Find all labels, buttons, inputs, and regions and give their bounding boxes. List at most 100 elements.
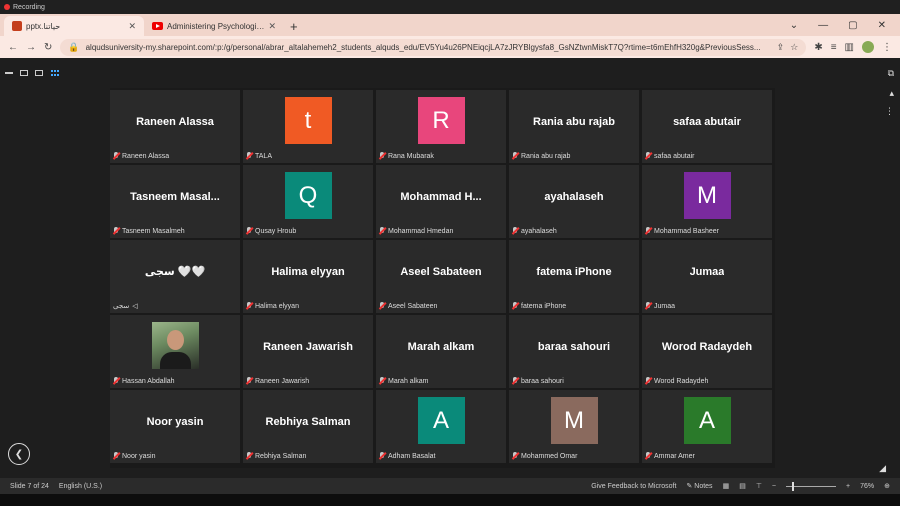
participant-avatar: Q [284,172,332,219]
mic-muted-icon [379,302,385,310]
profile-avatar[interactable] [862,41,874,53]
tab-title: pptx.حياتنا [26,21,61,31]
participant-tile[interactable]: Rebhiya Salman Rebhiya Salman [243,390,373,463]
chevron-up-icon[interactable]: ▴ [889,88,894,99]
participant-photo [151,322,199,369]
participant-label-text: Mohammad Basheer [654,227,719,235]
participant-label-text: Rebhiya Salman [255,452,307,460]
participant-label: Jumaa [645,302,675,310]
participant-display-name: Rania abu rajab [533,115,615,128]
participant-tile[interactable]: M Mohammed Omar [509,390,639,463]
previous-slide-button[interactable]: ❮ [8,443,30,465]
zoom-slider-thumb[interactable] [792,481,795,491]
participant-label: سجى ◁ [113,302,138,310]
install-icon[interactable]: ⇪ [777,42,785,53]
reading-view-icon[interactable]: ⊤ [756,482,762,490]
media-icon[interactable]: ≡ [831,42,837,53]
feedback-link[interactable]: Give Feedback to Microsoft [591,483,676,490]
sidebar-icon[interactable]: ▥ [845,42,854,53]
extensions-icon[interactable]: ✱ [814,42,822,53]
participant-tile[interactable]: safaa abutair safaa abutair [642,90,772,163]
close-tab-icon[interactable]: ✕ [128,21,136,32]
speaker-view-icon[interactable] [35,70,43,76]
participant-label-text: Jumaa [654,302,676,310]
zoom-slider[interactable] [786,481,837,491]
participant-label: Aseel Sabateen [379,302,437,310]
gallery-view-icon[interactable] [51,70,59,76]
participant-label: baraa sahouri [512,377,564,385]
participant-tile[interactable]: Marah alkam Marah alkam [376,315,506,388]
participant-label-text: Adham Basalat [388,452,436,460]
address-bar[interactable]: 🔒 alqudsuniversity-my.sharepoint.com/:p:… [60,38,807,56]
participant-tile[interactable]: fatema iPhone fatema iPhone [509,240,639,313]
participant-label-text: Raneen Alassa [122,152,170,160]
new-tab-button[interactable]: + [284,19,304,36]
participant-label-text: Hassan Abdallah [122,377,175,385]
participant-display-name: Rebhiya Salman [265,415,351,428]
participant-tile[interactable]: Noor yasin Noor yasin [110,390,240,463]
slide-sorter-icon[interactable]: ▤ [739,482,746,490]
participant-tile[interactable]: Rania abu rajab Rania abu rajab [509,90,639,163]
zoom-in-icon[interactable]: + [846,483,850,490]
notes-button[interactable]: ✎ Notes [686,482,712,490]
maximize-icon[interactable]: ▢ [848,20,857,31]
mic-muted-icon [113,227,119,235]
participant-tile[interactable]: t TALA [243,90,373,163]
participant-tile[interactable]: baraa sahouri baraa sahouri [509,315,639,388]
participant-tile[interactable]: ayahalaseh ayahalaseh [509,165,639,238]
mic-muted-icon [379,452,385,460]
participant-label: Qusay Hroub [246,227,296,235]
tab-youtube[interactable]: Administering Psychological Fir ✕ [144,16,284,36]
participant-tile[interactable]: Raneen Jawarish Raneen Jawarish [243,315,373,388]
minimize-icon[interactable]: — [818,20,828,31]
reload-icon[interactable]: ↻ [44,42,52,53]
resize-handle-icon[interactable]: ◢ [879,463,886,474]
participant-label-text: Halima elyyan [255,302,299,310]
minimize-view-icon[interactable] [5,70,13,74]
participant-label: Mohammad Hmedan [379,227,453,235]
zoom-out-icon[interactable]: − [772,483,776,490]
tab-title: Administering Psychological Fir [167,21,265,31]
participant-tile[interactable]: Hassan Abdallah [110,315,240,388]
tab-powerpoint[interactable]: pptx.حياتنا ✕ [4,16,144,36]
forward-icon[interactable]: → [26,42,36,53]
participant-tile[interactable]: M Mohammad Basheer [642,165,772,238]
more-options-icon[interactable]: ⋮ [885,106,894,117]
participant-avatar: A [417,397,465,444]
back-icon[interactable]: ← [8,42,18,53]
participant-display-name: Aseel Sabateen [400,265,482,278]
mic-muted-icon [645,152,651,160]
participant-tile[interactable]: A Ammar Amer [642,390,772,463]
participant-tile[interactable]: سجى 🤍🤍 سجى ◁ [110,240,240,313]
menu-dots-icon[interactable]: ⋮ [882,42,892,53]
participant-label-text: Rania abu rajab [521,152,571,160]
fullscreen-icon[interactable]: ⧉ [888,68,894,79]
participant-label-text: safaa abutair [654,152,695,160]
participant-tile[interactable]: R Rana Mubarak [376,90,506,163]
participant-tile[interactable]: Jumaa Jumaa [642,240,772,313]
participant-label-text: baraa sahouri [521,377,564,385]
participant-tile[interactable]: Aseel Sabateen Aseel Sabateen [376,240,506,313]
participant-display-name: Halima elyyan [271,265,345,278]
mic-muted-icon [379,152,385,160]
participant-tile[interactable]: Q Qusay Hroub [243,165,373,238]
participant-tile[interactable]: Raneen Alassa Raneen Alassa [110,90,240,163]
fit-slide-icon[interactable]: ⊕ [884,482,890,490]
participant-tile[interactable]: Worod Radaydeh Worod Radaydeh [642,315,772,388]
split-view-icon[interactable] [20,70,28,76]
normal-view-icon[interactable]: ▦ [723,482,730,490]
mic-muted-icon [512,302,518,310]
close-tab-icon[interactable]: ✕ [268,21,276,32]
participant-tile[interactable]: Tasneem Masal... Tasneem Masalmeh [110,165,240,238]
close-window-icon[interactable]: ✕ [878,20,886,31]
participant-tile[interactable]: A Adham Basalat [376,390,506,463]
powerpoint-icon [12,21,22,31]
participant-tile[interactable]: Mohammad H... Mohammad Hmedan [376,165,506,238]
participant-tile[interactable]: Halima elyyan Halima elyyan [243,240,373,313]
chevron-down-icon[interactable]: ⌄ [790,20,798,31]
participant-label: Mohammad Basheer [645,227,719,235]
bookmark-star-icon[interactable]: ☆ [790,42,798,53]
language-indicator[interactable]: English (U.S.) [59,483,102,490]
participant-label-text: Mohammad Hmedan [388,227,454,235]
zoom-level[interactable]: 76% [860,483,874,490]
